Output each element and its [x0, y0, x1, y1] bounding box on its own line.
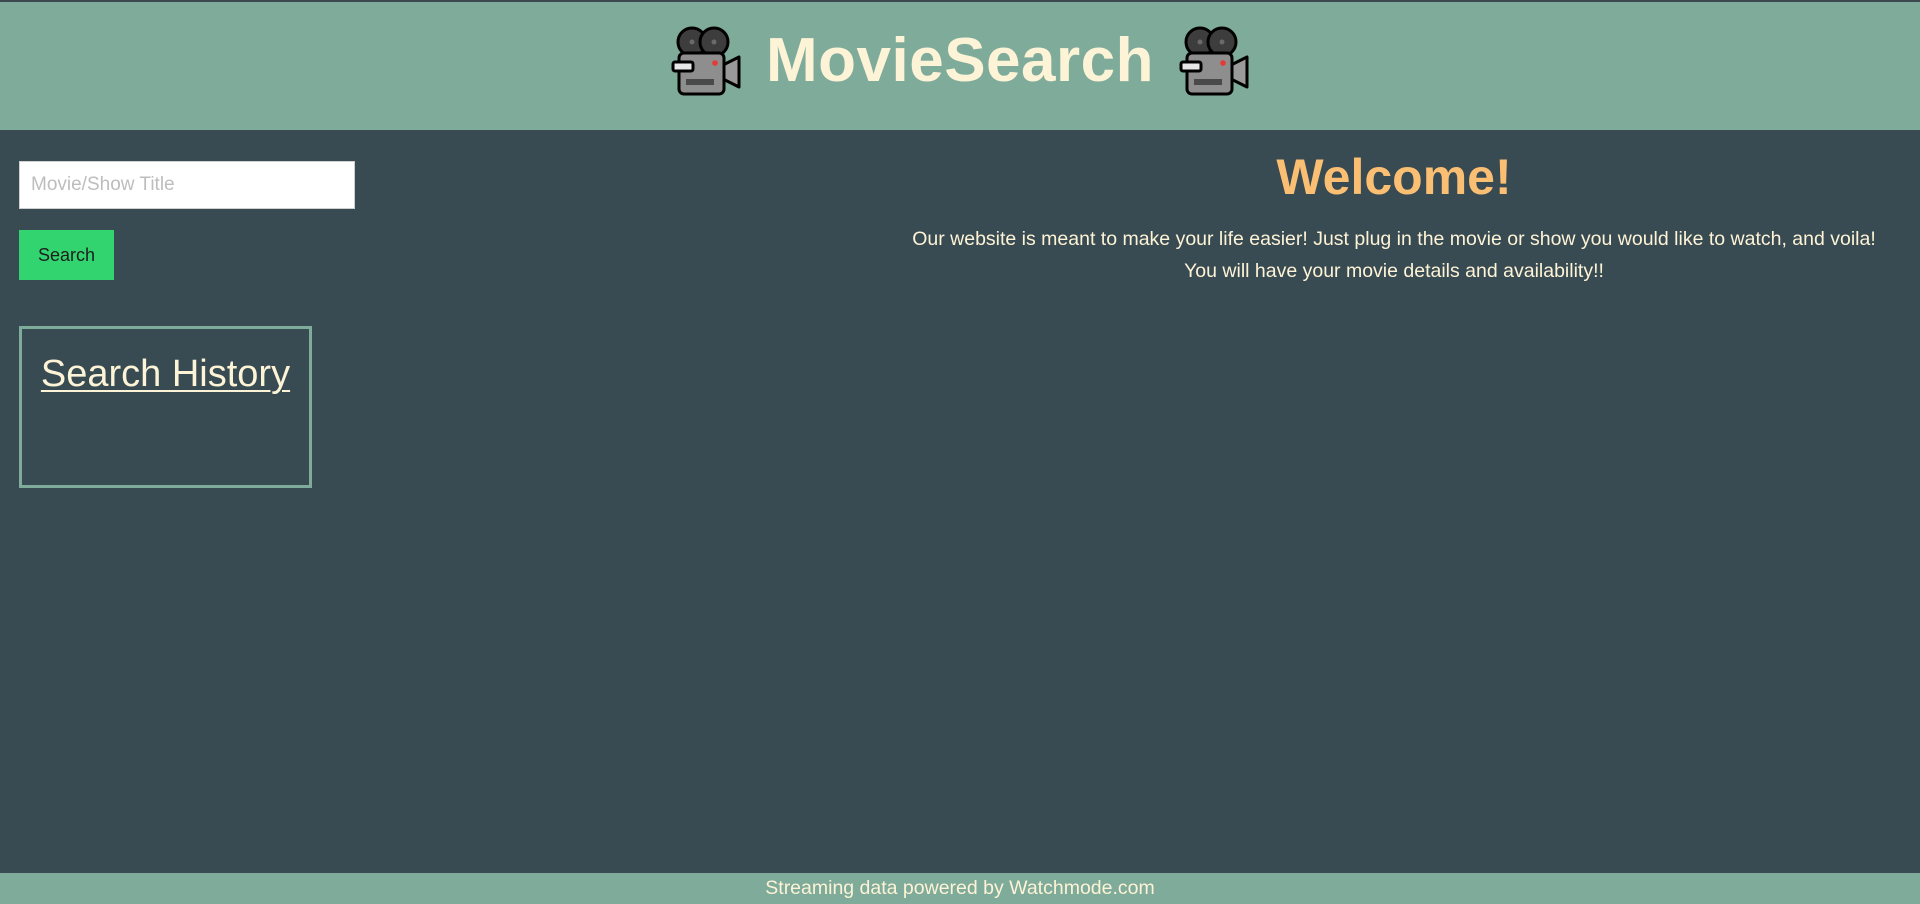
intro-line-2: You will have your movie details and ava…: [1184, 260, 1604, 282]
site-title: MovieSearch: [765, 25, 1154, 95]
title-group: MovieSearch: [670, 24, 1250, 96]
intro-line-1: Our website is meant to make your life e…: [912, 228, 1876, 250]
site-header: MovieSearch: [0, 2, 1920, 130]
intro-text: Our website is meant to make your life e…: [874, 223, 1914, 287]
search-history-title: Search History: [40, 353, 291, 395]
movie-camera-icon: [1179, 26, 1249, 96]
welcome-heading: Welcome!: [1276, 149, 1512, 205]
search-button[interactable]: Search: [19, 230, 114, 280]
search-history-panel: Search History: [19, 326, 312, 488]
movie-camera-icon: [671, 26, 741, 96]
footer: Streaming data powered by Watchmode.com: [0, 873, 1920, 904]
search-input[interactable]: [19, 161, 355, 209]
